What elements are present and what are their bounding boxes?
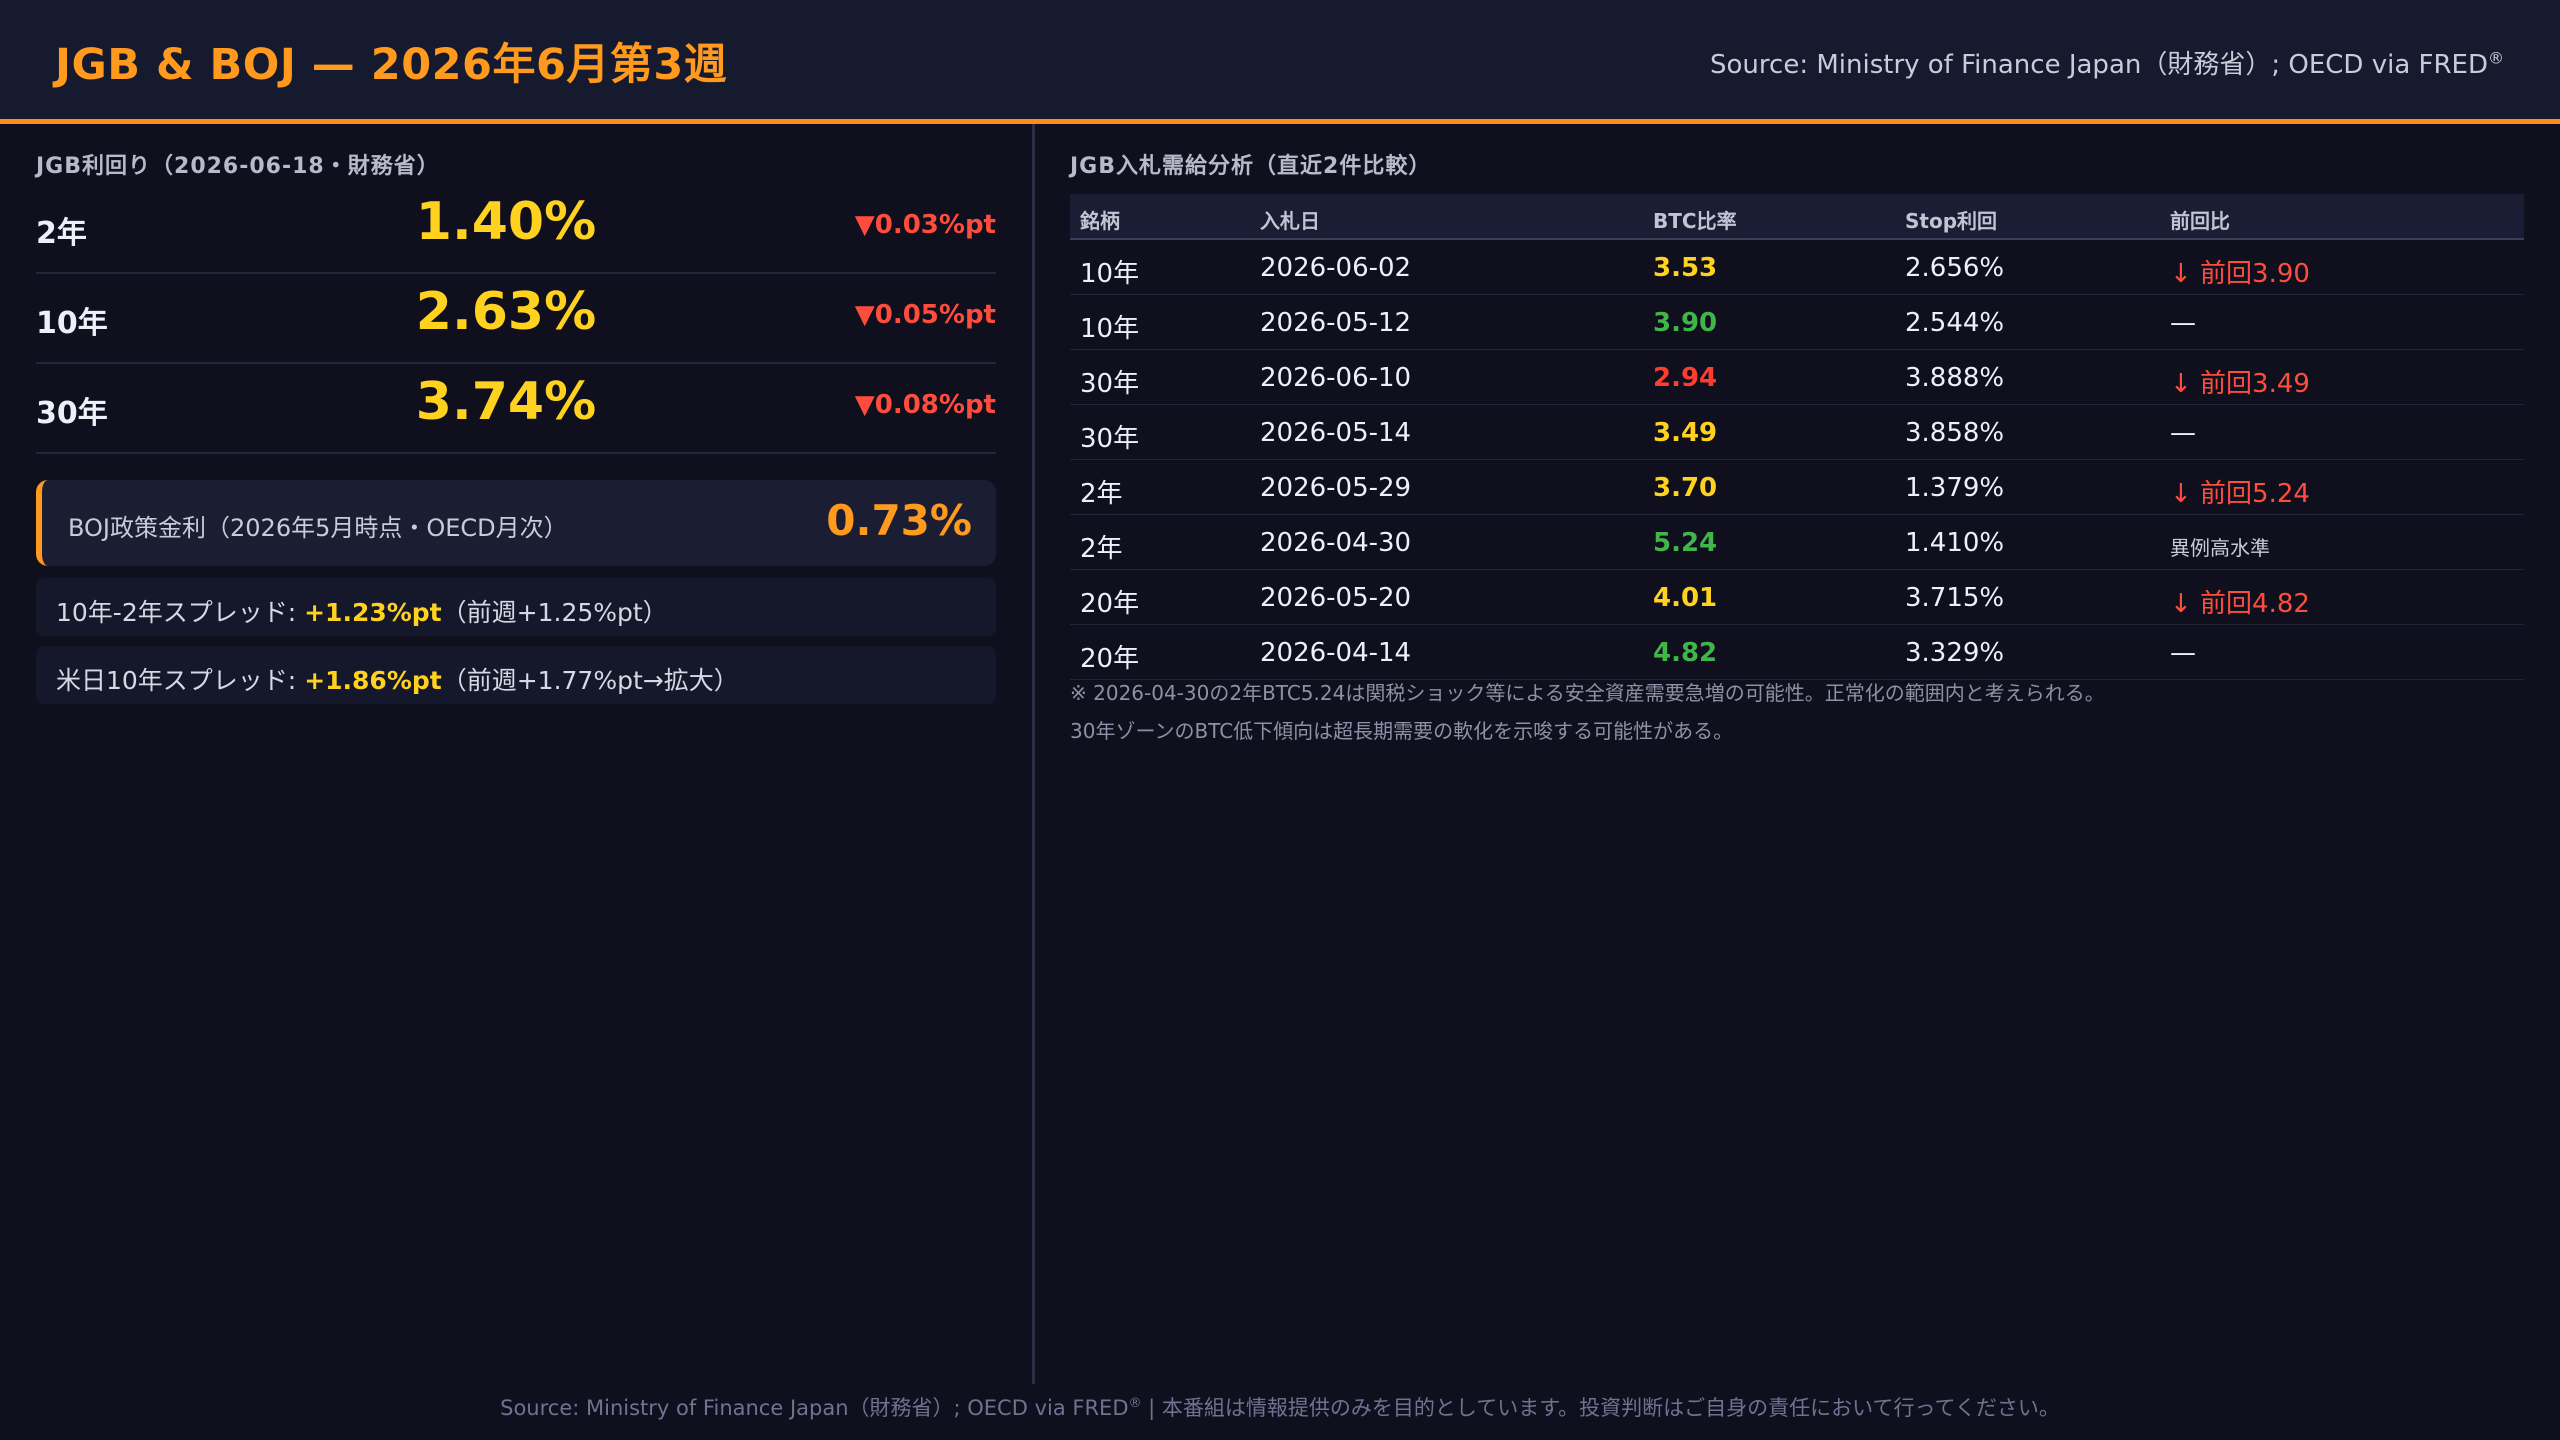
spread-10y-2y: 10年-2年スプレッド: +1.23%pt（前週+1.25%pt） xyxy=(36,578,996,636)
cell-issue: 2年 xyxy=(1080,479,1123,509)
auction-section-label: JGB入札需給分析（直近2件比較） xyxy=(1070,154,1432,179)
yield-tenor: 30年 xyxy=(36,396,108,431)
footer-registered-mark: ® xyxy=(1128,1396,1142,1411)
yield-change: ▼0.03%pt xyxy=(854,210,996,240)
auction-notes: ※ 2026-04-30の2年BTC5.24は関税ショック等による安全資産需要急… xyxy=(1070,674,2105,750)
spread-suffix: （前週+1.77%pt→拡大） xyxy=(441,666,739,695)
cell-btc: 4.82 xyxy=(1653,638,1718,668)
yield-rate: 2.63% xyxy=(415,282,597,342)
yield-change: ▼0.05%pt xyxy=(854,300,996,330)
cell-stop: 3.329% xyxy=(1905,638,2005,668)
spread-text: 米日10年スプレッド: +1.86%pt（前週+1.77%pt→拡大） xyxy=(56,661,739,697)
cell-compare: ↓ 前回3.49 xyxy=(2170,369,2310,399)
cell-stop: 1.410% xyxy=(1905,528,2005,558)
footer-disclaimer: | 本番組は情報提供のみを目的としています。投資判断はご自身の責任において行って… xyxy=(1141,1396,2060,1420)
table-row: 2年 2026-04-30 5.24 1.410% 異例高水準 xyxy=(1070,517,2524,570)
cell-btc: 2.94 xyxy=(1653,363,1718,393)
table-row: 20年 2026-04-14 4.82 3.329% — xyxy=(1070,627,2524,680)
cell-issue: 20年 xyxy=(1080,589,1140,619)
table-row: 10年 2026-05-12 3.90 2.544% — xyxy=(1070,297,2524,350)
footer-source: Source: Ministry of Finance Japan（財務省）; … xyxy=(500,1396,1129,1420)
column-header-compare: 前回比 xyxy=(2170,209,2230,233)
header-source-text: Source: Ministry of Finance Japan（財務省）; … xyxy=(1710,50,2488,80)
boj-policy-rate-card: BOJ政策金利（2026年5月時点・OECD月次） 0.73% xyxy=(36,480,996,566)
yield-tenor: 2年 xyxy=(36,216,87,251)
cell-date: 2026-06-02 xyxy=(1260,253,1412,283)
cell-stop: 2.656% xyxy=(1905,253,2005,283)
spread-value: +1.23%pt xyxy=(304,598,442,627)
table-row: 2年 2026-05-29 3.70 1.379% ↓ 前回5.24 xyxy=(1070,462,2524,515)
yield-rate: 1.40% xyxy=(415,192,597,252)
cell-btc: 3.53 xyxy=(1653,253,1718,283)
table-row: 30年 2026-05-14 3.49 3.858% — xyxy=(1070,407,2524,460)
cell-date: 2026-04-14 xyxy=(1260,638,1412,668)
cell-issue: 10年 xyxy=(1080,314,1140,344)
cell-compare: 異例高水準 xyxy=(2170,536,2270,560)
yield-row-10y: 10年 2.63% ▼0.05%pt xyxy=(36,274,996,364)
cell-compare: — xyxy=(2170,308,2196,338)
spread-prefix: 10年-2年スプレッド: xyxy=(56,598,305,627)
page: JGB & BOJ — 2026年6月第3週 Source: Ministry … xyxy=(0,0,2560,1440)
cell-issue: 10年 xyxy=(1080,259,1140,289)
column-header-stop: Stop利回 xyxy=(1905,209,1998,233)
yield-row-2y: 2年 1.40% ▼0.03%pt xyxy=(36,184,996,274)
spread-prefix: 米日10年スプレッド: xyxy=(56,666,305,695)
cell-stop: 3.888% xyxy=(1905,363,2005,393)
cell-date: 2026-06-10 xyxy=(1260,363,1412,393)
cell-btc: 5.24 xyxy=(1653,528,1718,558)
auction-table: 銘柄 入札日 BTC比率 Stop利回 前回比 10年 2026-06-02 3.5… xyxy=(1070,194,2524,680)
column-header-issue: 銘柄 xyxy=(1080,209,1120,233)
table-header: 銘柄 入札日 BTC比率 Stop利回 前回比 xyxy=(1070,194,2524,240)
cell-issue: 20年 xyxy=(1080,644,1140,674)
cell-stop: 3.715% xyxy=(1905,583,2005,613)
panel-divider xyxy=(1032,124,1035,1384)
cell-compare: ↓ 前回4.82 xyxy=(2170,589,2310,619)
note-line: 30年ゾーンのBTC低下傾向は超長期需要の軟化を示唆する可能性がある。 xyxy=(1070,719,1734,743)
header-bar: JGB & BOJ — 2026年6月第3週 Source: Ministry … xyxy=(0,0,2560,124)
cell-date: 2026-05-14 xyxy=(1260,418,1412,448)
cell-compare: — xyxy=(2170,418,2196,448)
cell-compare: ↓ 前回5.24 xyxy=(2170,479,2310,509)
cell-stop: 1.379% xyxy=(1905,473,2005,503)
table-body: 10年 2026-06-02 3.53 2.656% ↓ 前回3.90 10年 2026-0… xyxy=(1070,242,2524,680)
yield-rate: 3.74% xyxy=(415,372,597,432)
cell-issue: 30年 xyxy=(1080,369,1140,399)
cell-issue: 2年 xyxy=(1080,534,1123,564)
boj-label: BOJ政策金利（2026年5月時点・OECD月次） xyxy=(68,514,568,542)
boj-value: 0.73% xyxy=(826,496,972,545)
spread-suffix: （前週+1.25%pt） xyxy=(441,598,668,627)
table-row: 20年 2026-05-20 4.01 3.715% ↓ 前回4.82 xyxy=(1070,572,2524,625)
yield-row-30y: 30年 3.74% ▼0.08%pt xyxy=(36,364,996,454)
cell-btc: 3.70 xyxy=(1653,473,1718,503)
spread-us-jp-10y: 米日10年スプレッド: +1.86%pt（前週+1.77%pt→拡大） xyxy=(36,646,996,704)
cell-compare: ↓ 前回3.90 xyxy=(2170,259,2310,289)
registered-mark: ® xyxy=(2488,48,2504,68)
cell-date: 2026-05-20 xyxy=(1260,583,1412,613)
cell-date: 2026-05-29 xyxy=(1260,473,1412,503)
cell-date: 2026-05-12 xyxy=(1260,308,1412,338)
cell-btc: 4.01 xyxy=(1653,583,1718,613)
yield-section-label: JGB利回り（2026-06-18・財務省） xyxy=(36,154,440,179)
note-line: ※ 2026-04-30の2年BTC5.24は関税ショック等による安全資産需要急… xyxy=(1070,681,2105,705)
cell-stop: 2.544% xyxy=(1905,308,2005,338)
cell-btc: 3.49 xyxy=(1653,418,1718,448)
spread-value: +1.86%pt xyxy=(304,666,442,695)
spread-text: 10年-2年スプレッド: +1.23%pt（前週+1.25%pt） xyxy=(56,593,668,629)
yield-tenor: 10年 xyxy=(36,306,108,341)
column-header-date: 入札日 xyxy=(1260,209,1320,233)
yield-change: ▼0.08%pt xyxy=(854,390,996,420)
cell-compare: — xyxy=(2170,638,2196,668)
footer: Source: Ministry of Finance Japan（財務省）; … xyxy=(0,1392,2560,1422)
column-header-btc: BTC比率 xyxy=(1653,209,1737,233)
cell-date: 2026-04-30 xyxy=(1260,528,1412,558)
cell-issue: 30年 xyxy=(1080,424,1140,454)
header-source: Source: Ministry of Finance Japan（財務省）; … xyxy=(1710,44,2504,81)
table-row: 10年 2026-06-02 3.53 2.656% ↓ 前回3.90 xyxy=(1070,242,2524,295)
page-title: JGB & BOJ — 2026年6月第3週 xyxy=(55,40,728,90)
table-row: 30年 2026-06-10 2.94 3.888% ↓ 前回3.49 xyxy=(1070,352,2524,405)
cell-btc: 3.90 xyxy=(1653,308,1718,338)
cell-stop: 3.858% xyxy=(1905,418,2005,448)
